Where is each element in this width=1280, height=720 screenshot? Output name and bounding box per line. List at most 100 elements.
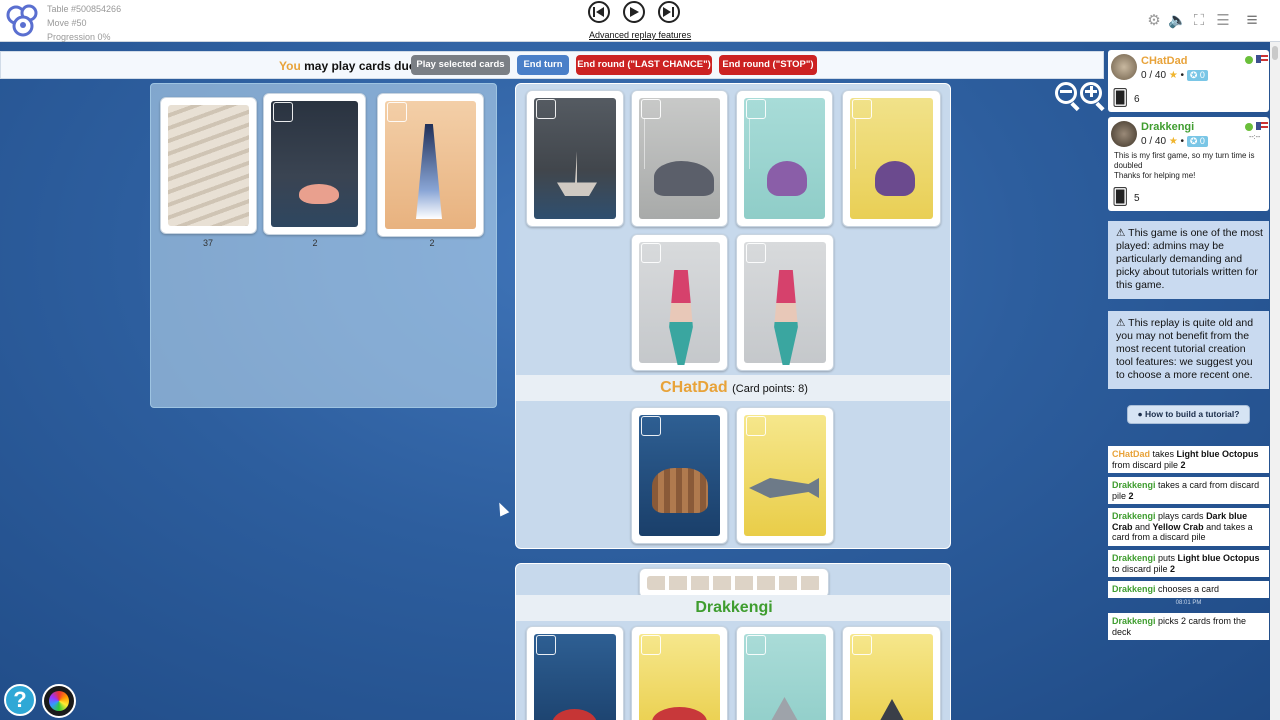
hand-card-mermaid-1[interactable] bbox=[631, 234, 728, 371]
color-wheel-inner bbox=[49, 691, 69, 711]
notice-text-2: This replay is quite old and you may not… bbox=[1116, 317, 1254, 381]
prompt-text: may play cards duo bbox=[300, 59, 417, 73]
skip-back-icon bbox=[593, 7, 604, 17]
log-player[interactable]: Drakkengi bbox=[1112, 480, 1156, 490]
play-icon bbox=[630, 7, 639, 17]
mermaid-icon bbox=[641, 243, 661, 263]
menu-icon[interactable]: ≡ bbox=[1243, 11, 1261, 30]
help-icon[interactable]: ? bbox=[4, 684, 36, 716]
bio-line-1: This is my first game, so my turn time i… bbox=[1114, 151, 1255, 170]
notice-popular-game: ⚠ This game is one of the most played: a… bbox=[1108, 221, 1269, 299]
log-player[interactable]: Drakkengi bbox=[1112, 584, 1156, 594]
discard-pile-1[interactable] bbox=[263, 93, 366, 235]
hand-card-octopus-lightblue[interactable] bbox=[736, 90, 833, 227]
avatar[interactable] bbox=[1111, 54, 1137, 80]
top-bar: Table #500854266 Move #50 Progression 0%… bbox=[0, 0, 1280, 42]
discard-pile-2[interactable] bbox=[377, 93, 484, 237]
bga-logo-icon[interactable] bbox=[6, 3, 40, 37]
played-card-crab-darkblue-2[interactable] bbox=[526, 626, 624, 720]
settings-icon[interactable]: ⚙ bbox=[1145, 12, 1163, 30]
log-player[interactable]: Drakkengi bbox=[1112, 553, 1156, 563]
mouse-cursor-icon bbox=[494, 500, 510, 517]
player-panel-chatdad: CHatDad 0 / 40 ★ • ✪ 0 🂠 6 bbox=[1108, 50, 1269, 112]
play-selected-cards-button[interactable]: Play selected cards bbox=[411, 55, 510, 75]
board-player-header: Drakkengi bbox=[516, 595, 950, 621]
played-card-crab-yellow[interactable] bbox=[631, 626, 728, 720]
us-flag-icon bbox=[1256, 55, 1268, 63]
log-player[interactable]: CHatDad bbox=[1112, 449, 1150, 459]
us-flag-icon bbox=[1256, 122, 1268, 130]
played-card-boat-lightblue[interactable] bbox=[736, 626, 834, 720]
log-entry: Drakkengi plays cards Dark blue Crab and… bbox=[1108, 508, 1269, 546]
hand-cards-icon: 🂠 bbox=[1112, 189, 1129, 206]
played-card-crab-darkblue[interactable] bbox=[631, 407, 728, 544]
discard-pile-1-count: 2 bbox=[312, 238, 318, 248]
played-card-boat-yellow[interactable] bbox=[842, 626, 941, 720]
player-score-row: 0 / 40 ★ • ✪ 0 bbox=[1141, 136, 1208, 147]
player-bio: This is my first game, so my turn time i… bbox=[1114, 151, 1264, 181]
log-text: to discard pile bbox=[1112, 563, 1171, 574]
crab-icon bbox=[641, 416, 661, 436]
played-card-fish-yellow[interactable] bbox=[736, 407, 834, 544]
how-to-build-tutorial-button[interactable]: ● How to build a tutorial? bbox=[1127, 405, 1250, 424]
notes-icon[interactable]: ☰ bbox=[1214, 12, 1232, 30]
end-turn-button[interactable]: End turn bbox=[517, 55, 569, 75]
log-card: Light blue Octopus bbox=[1177, 553, 1260, 563]
log-entry: Drakkengi takes a card from discard pile… bbox=[1108, 477, 1269, 504]
zoom-out-icon[interactable] bbox=[1055, 82, 1077, 104]
boat-icon bbox=[852, 635, 872, 655]
board-player-header: CHatDad (Card points: 8) bbox=[516, 375, 950, 401]
warning-icon: ⚠ bbox=[1116, 227, 1126, 239]
hand-card-boat[interactable] bbox=[526, 90, 624, 227]
sound-icon[interactable]: 🔈 bbox=[1168, 12, 1187, 30]
hand-card-octopus-yellow[interactable] bbox=[842, 90, 941, 227]
player-board-drakkengi: Drakkengi bbox=[515, 563, 951, 720]
hand-card-mermaid-2[interactable] bbox=[736, 234, 834, 371]
move-number: Move #50 bbox=[47, 18, 87, 28]
badge-value: 0 bbox=[1199, 70, 1205, 80]
player-badge: ✪ 0 bbox=[1186, 136, 1208, 147]
player-badge: ✪ 0 bbox=[1186, 70, 1208, 81]
hand-card-shell[interactable] bbox=[631, 90, 728, 227]
table-number: Table #500854266 bbox=[47, 4, 122, 14]
star-icon: ★ bbox=[1168, 136, 1178, 147]
shell-origami bbox=[654, 161, 714, 196]
hand-card-count: 6 bbox=[1134, 94, 1140, 105]
end-round-last-chance-button[interactable]: End round ("LAST CHANCE") bbox=[576, 55, 712, 75]
crab-icon bbox=[641, 635, 661, 655]
player-board-chatdad: CHatDad (Card points: 8) bbox=[515, 83, 951, 549]
end-round-stop-button[interactable]: End round ("STOP") bbox=[719, 55, 817, 75]
octopus-origami bbox=[875, 161, 915, 196]
log-pile-number: 2 bbox=[1180, 459, 1186, 470]
avatar[interactable] bbox=[1111, 121, 1137, 147]
replay-next-button[interactable] bbox=[658, 1, 680, 23]
fish-icon bbox=[746, 416, 766, 436]
boat-icon bbox=[536, 99, 556, 119]
log-entry: Drakkengi puts Light blue Octopus to dis… bbox=[1108, 550, 1269, 577]
tutorial-button-label: How to build a tutorial? bbox=[1145, 409, 1240, 419]
fullscreen-icon[interactable]: ⛶ bbox=[1190, 12, 1208, 30]
scrollbar-thumb[interactable] bbox=[1272, 46, 1278, 60]
badge-value: 0 bbox=[1199, 136, 1205, 146]
player-name[interactable]: Drakkengi bbox=[1141, 121, 1194, 133]
log-text: and bbox=[1132, 521, 1153, 532]
octopus-icon bbox=[852, 99, 872, 119]
draw-deck[interactable] bbox=[160, 97, 257, 234]
action-prompt: You may play cards duo bbox=[279, 59, 416, 73]
page-scrollbar[interactable] bbox=[1270, 42, 1280, 720]
player-name[interactable]: CHatDad bbox=[1141, 55, 1187, 67]
log-player[interactable]: Drakkengi bbox=[1112, 511, 1156, 521]
log-pile-number: 2 bbox=[1170, 563, 1176, 574]
hand-card-count: 5 bbox=[1134, 193, 1140, 204]
advanced-replay-link[interactable]: Advanced replay features bbox=[589, 30, 691, 40]
question-icon: ● bbox=[1137, 409, 1143, 419]
color-wheel-icon[interactable] bbox=[42, 684, 76, 718]
board-card-points: (Card points: 8) bbox=[732, 383, 808, 395]
action-bar: You may play cards duo Play selected car… bbox=[0, 51, 1104, 79]
replay-prev-button[interactable] bbox=[588, 1, 610, 23]
log-player[interactable]: Drakkengi bbox=[1112, 616, 1156, 626]
log-pile-number: 2 bbox=[1128, 490, 1134, 501]
replay-play-button[interactable] bbox=[623, 1, 645, 23]
log-card: Light blue Octopus bbox=[1176, 449, 1259, 459]
zoom-in-icon[interactable] bbox=[1080, 82, 1102, 104]
